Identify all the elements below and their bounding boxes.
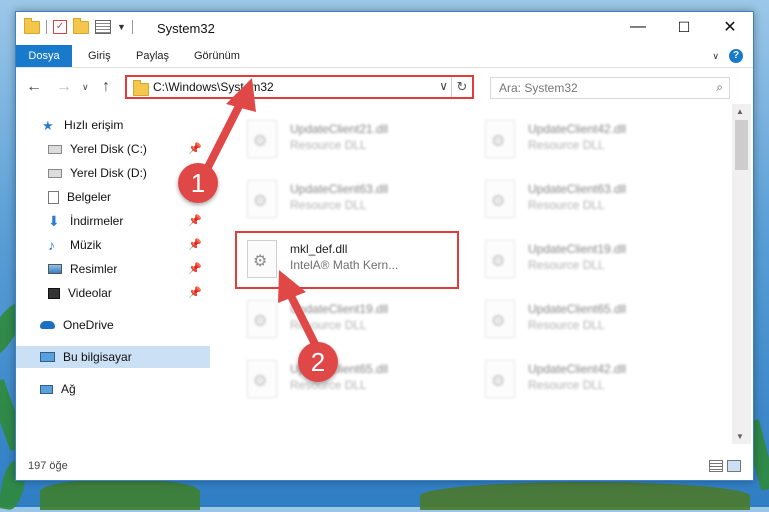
arrow-2 xyxy=(278,270,322,354)
annotation-arrows xyxy=(201,78,322,354)
arrow-1 xyxy=(201,78,256,177)
step-badge-1: 1 xyxy=(178,163,218,203)
step-badge-2: 2 xyxy=(298,342,338,382)
